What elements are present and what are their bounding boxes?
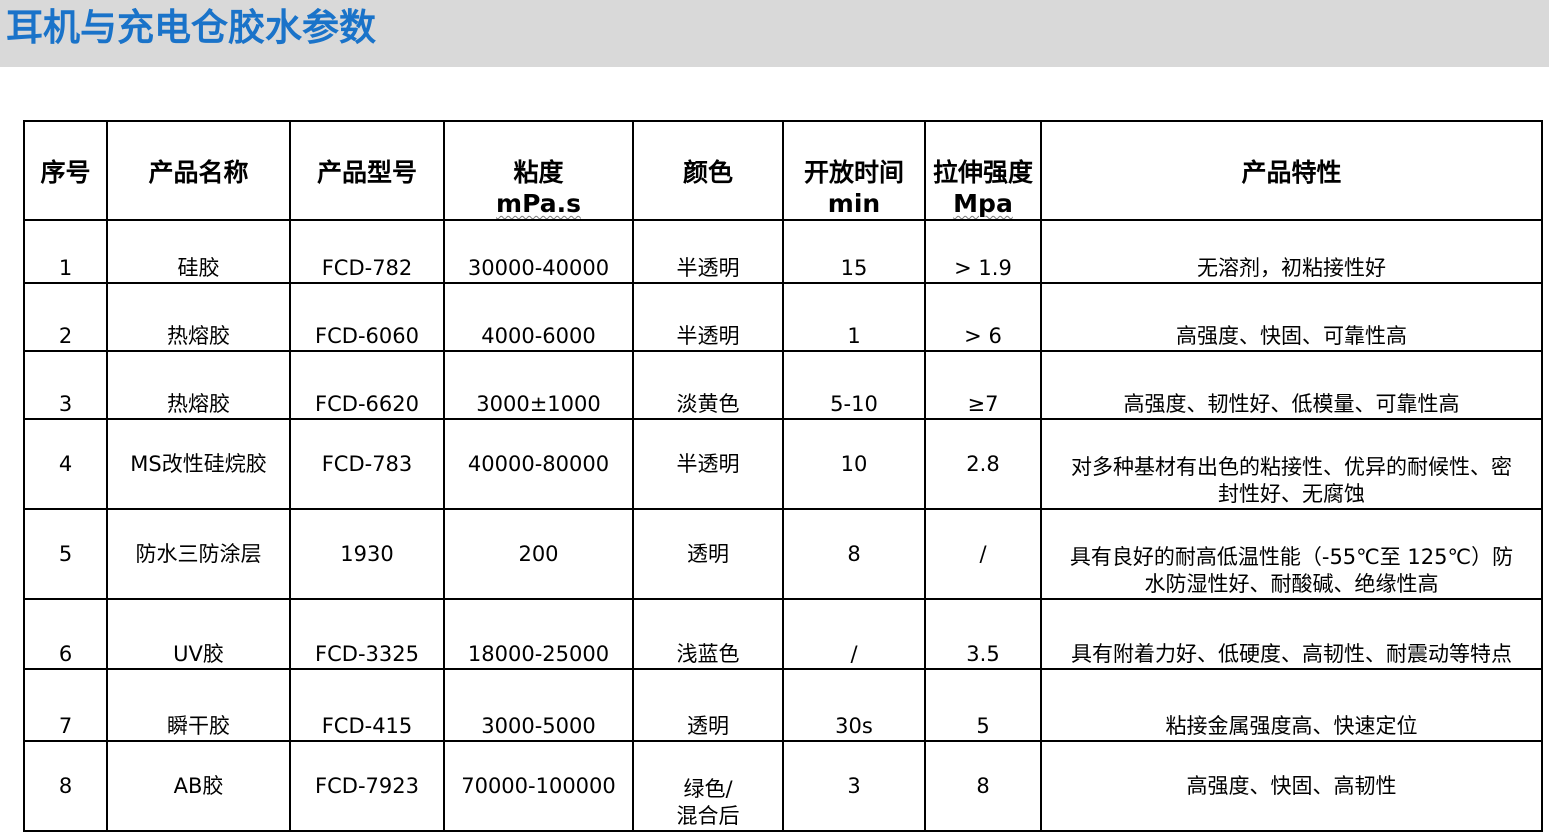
- cell-tensile: > 6: [924, 282, 1042, 352]
- table-row: 3 热熔胶 FCD-6620 3000±1000 淡黄色 5-10 ≥7 高强度…: [23, 350, 1543, 420]
- cell-viscosity: 200: [443, 508, 634, 600]
- cell-color: 淡黄色: [632, 350, 784, 420]
- cell-name: UV胶: [106, 598, 291, 670]
- cell-viscosity: 30000-40000: [443, 219, 634, 284]
- cell-feature: 粘接金属强度高、快速定位: [1040, 668, 1543, 742]
- table-row: 7 瞬干胶 FCD-415 3000-5000 透明 30s 5 粘接金属强度高…: [23, 668, 1543, 742]
- cell-open-time: 3: [782, 740, 926, 832]
- table-row: 5 防水三防涂层 1930 200 透明 8 / 具有良好的耐高低温性能（-55…: [23, 508, 1543, 600]
- cell-no: 3: [23, 350, 108, 420]
- page-title: 耳机与充电仓胶水参数: [6, 6, 376, 49]
- cell-tensile: ≥7: [924, 350, 1042, 420]
- cell-color: 半透明: [632, 219, 784, 284]
- table-row: 8 AB胶 FCD-7923 70000-100000 绿色/ 混合后 3 8 …: [23, 740, 1543, 832]
- cell-name: 防水三防涂层: [106, 508, 291, 600]
- cell-name: 瞬干胶: [106, 668, 291, 742]
- header-tensile-unit: Mpa: [953, 189, 1013, 218]
- header-viscosity: 粘度 mPa.s: [443, 120, 634, 221]
- cell-name: 硅胶: [106, 219, 291, 284]
- cell-viscosity: 40000-80000: [443, 418, 634, 510]
- cell-no: 8: [23, 740, 108, 832]
- header-no: 序号: [23, 120, 108, 221]
- header-open-time: 开放时间 min: [782, 120, 926, 221]
- cell-model: FCD-6060: [289, 282, 445, 352]
- cell-open-time: /: [782, 598, 926, 670]
- cell-feature: 具有附着力好、低硬度、高韧性、耐震动等特点: [1040, 598, 1543, 670]
- cell-viscosity: 3000±1000: [443, 350, 634, 420]
- cell-viscosity: 18000-25000: [443, 598, 634, 670]
- cell-name: 热熔胶: [106, 350, 291, 420]
- cell-no: 5: [23, 508, 108, 600]
- cell-tensile: 3.5: [924, 598, 1042, 670]
- cell-open-time: 5-10: [782, 350, 926, 420]
- table-row: 4 MS改性硅烷胶 FCD-783 40000-80000 半透明 10 2.8…: [23, 418, 1543, 510]
- cell-viscosity: 3000-5000: [443, 668, 634, 742]
- cell-viscosity: 70000-100000: [443, 740, 634, 832]
- header-tensile: 拉伸强度 Mpa: [924, 120, 1042, 221]
- cell-name: AB胶: [106, 740, 291, 832]
- header-name: 产品名称: [106, 120, 291, 221]
- cell-open-time: 8: [782, 508, 926, 600]
- cell-model: 1930: [289, 508, 445, 600]
- cell-tensile: 2.8: [924, 418, 1042, 510]
- cell-name: MS改性硅烷胶: [106, 418, 291, 510]
- cell-color: 半透明: [632, 418, 784, 510]
- cell-color: 绿色/ 混合后: [632, 740, 784, 832]
- cell-feature: 无溶剂，初粘接性好: [1040, 219, 1543, 284]
- header-color: 颜色: [632, 120, 784, 221]
- cell-no: 6: [23, 598, 108, 670]
- cell-open-time: 30s: [782, 668, 926, 742]
- cell-name: 热熔胶: [106, 282, 291, 352]
- header-open-time-unit: min: [827, 189, 881, 218]
- cell-no: 1: [23, 219, 108, 284]
- cell-feature: 高强度、快固、可靠性高: [1040, 282, 1543, 352]
- title-bar: 耳机与充电仓胶水参数: [0, 0, 1549, 67]
- cell-color: 透明: [632, 668, 784, 742]
- cell-no: 7: [23, 668, 108, 742]
- table-row: 2 热熔胶 FCD-6060 4000-6000 半透明 1 > 6 高强度、快…: [23, 282, 1543, 352]
- cell-model: FCD-3325: [289, 598, 445, 670]
- cell-viscosity: 4000-6000: [443, 282, 634, 352]
- table-row: 6 UV胶 FCD-3325 18000-25000 浅蓝色 / 3.5 具有附…: [23, 598, 1543, 670]
- header-model: 产品型号: [289, 120, 445, 221]
- cell-open-time: 1: [782, 282, 926, 352]
- cell-feature: 高强度、韧性好、低模量、可靠性高: [1040, 350, 1543, 420]
- cell-open-time: 10: [782, 418, 926, 510]
- table-row: 1 硅胶 FCD-782 30000-40000 半透明 15 > 1.9 无溶…: [23, 219, 1543, 284]
- cell-feature: 具有良好的耐高低温性能（-55℃至 125℃）防 水防湿性好、耐酸碱、绝缘性高: [1040, 508, 1543, 600]
- cell-feature: 对多种基材有出色的粘接性、优异的耐候性、密 封性好、无腐蚀: [1040, 418, 1543, 510]
- header-viscosity-unit: mPa.s: [496, 189, 581, 218]
- cell-tensile: 8: [924, 740, 1042, 832]
- cell-feature: 高强度、快固、高韧性: [1040, 740, 1543, 832]
- spec-table: 序号 产品名称 产品型号 粘度 mPa.s 颜色 开放时间 min 拉伸强度 M…: [23, 120, 1543, 832]
- cell-model: FCD-415: [289, 668, 445, 742]
- header-feature: 产品特性: [1040, 120, 1543, 221]
- cell-color: 浅蓝色: [632, 598, 784, 670]
- cell-tensile: > 1.9: [924, 219, 1042, 284]
- cell-tensile: 5: [924, 668, 1042, 742]
- cell-model: FCD-7923: [289, 740, 445, 832]
- header-row: 序号 产品名称 产品型号 粘度 mPa.s 颜色 开放时间 min 拉伸强度 M…: [23, 120, 1543, 221]
- cell-no: 4: [23, 418, 108, 510]
- cell-tensile: /: [924, 508, 1042, 600]
- cell-no: 2: [23, 282, 108, 352]
- cell-model: FCD-783: [289, 418, 445, 510]
- cell-model: FCD-6620: [289, 350, 445, 420]
- cell-color: 半透明: [632, 282, 784, 352]
- cell-color: 透明: [632, 508, 784, 600]
- cell-open-time: 15: [782, 219, 926, 284]
- cell-model: FCD-782: [289, 219, 445, 284]
